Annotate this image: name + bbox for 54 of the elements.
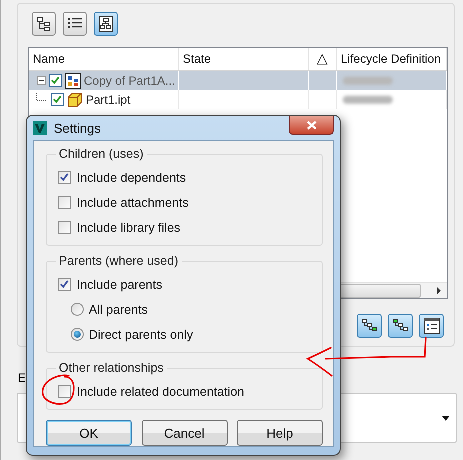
- assembly-icon: [65, 72, 81, 88]
- view-toggle-button[interactable]: [63, 12, 87, 36]
- column-header[interactable]: State: [179, 48, 309, 70]
- close-button[interactable]: [289, 116, 334, 135]
- tree-icon: [36, 16, 52, 32]
- dialog-button[interactable]: Help: [237, 420, 323, 446]
- checkbox[interactable]: [58, 171, 71, 184]
- dropdown-caret-icon: [442, 416, 450, 420]
- checkbox[interactable]: [58, 221, 71, 234]
- view-toggle-button[interactable]: [94, 12, 118, 36]
- radio-button[interactable]: [71, 328, 84, 341]
- table-row[interactable]: Copy of Part1A...: [29, 71, 447, 90]
- view-toggle-button[interactable]: [32, 12, 56, 36]
- item-name: Part1.ipt: [86, 92, 131, 106]
- option-label: Include parents: [77, 278, 162, 292]
- diagram-icon: [98, 15, 114, 33]
- table-row[interactable]: Part1.ipt: [29, 90, 447, 109]
- tree-connector: [36, 92, 48, 102]
- column-header[interactable]: Lifecycle Definition: [337, 48, 447, 70]
- app-logo-icon: [33, 121, 47, 135]
- dialog-title: Settings: [54, 120, 101, 136]
- checkbox[interactable]: [49, 74, 62, 87]
- cube-icon: [67, 92, 83, 108]
- collapse-icon[interactable]: [37, 76, 46, 85]
- option-label: Direct parents only: [89, 328, 194, 342]
- column-header[interactable]: Name: [29, 48, 179, 70]
- group-title: Children (uses): [58, 147, 145, 161]
- view-button[interactable]: [388, 314, 413, 338]
- view-button[interactable]: [357, 314, 382, 338]
- details-icon: [424, 318, 440, 334]
- section-label: E: [18, 371, 26, 385]
- tree-icon: [392, 319, 408, 333]
- option-label: Include attachments: [77, 196, 189, 210]
- list-icon: [67, 17, 83, 31]
- option-label: Include related documentation: [77, 384, 244, 398]
- dialog-button[interactable]: Cancel: [142, 420, 228, 446]
- option-label: All parents: [89, 302, 148, 316]
- item-name: Copy of Part1A...: [84, 74, 176, 88]
- group-title: Other relationships: [58, 361, 165, 375]
- checkbox[interactable]: [58, 385, 71, 398]
- column-header[interactable]: △: [309, 48, 337, 70]
- dialog-button[interactable]: OK: [46, 420, 132, 446]
- checkbox[interactable]: [58, 196, 71, 209]
- option-label: Include dependents: [77, 170, 186, 184]
- view-button[interactable]: [419, 314, 444, 338]
- radio-button[interactable]: [71, 303, 84, 316]
- scroll-right-icon[interactable]: [436, 286, 442, 294]
- checkbox[interactable]: [51, 93, 64, 106]
- close-icon: [306, 120, 316, 130]
- option-label: Include library files: [77, 220, 181, 234]
- checkbox[interactable]: [58, 278, 71, 291]
- group-title: Parents (where used): [58, 254, 180, 268]
- circle-annotation: [42, 374, 75, 405]
- tree-icon: [362, 319, 378, 333]
